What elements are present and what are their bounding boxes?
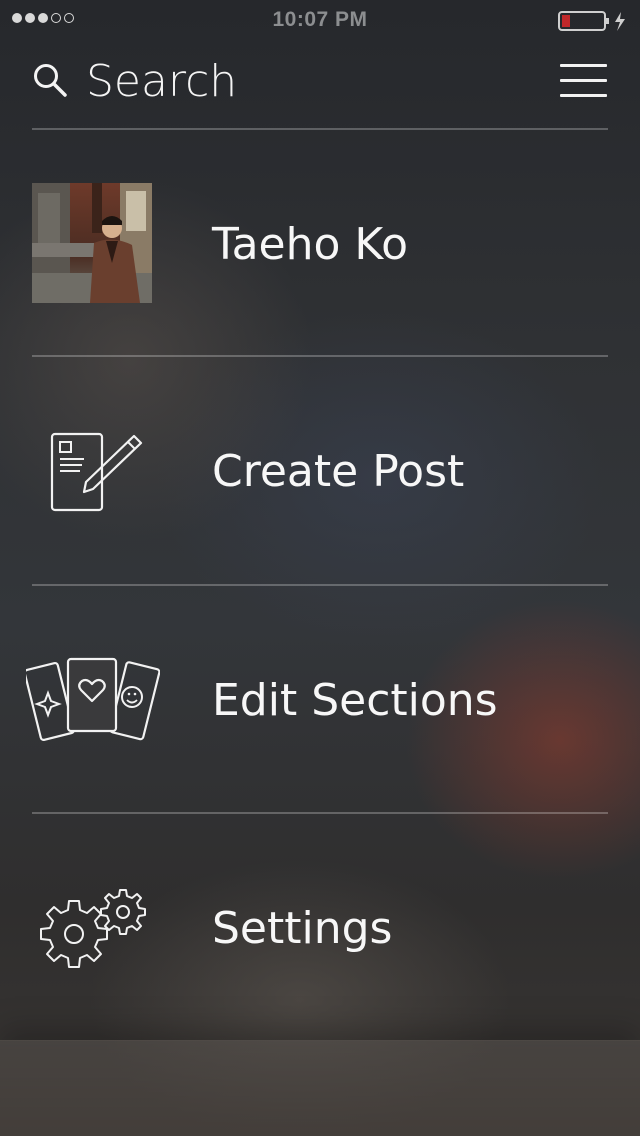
settings-label: Settings xyxy=(212,903,393,954)
battery-icon xyxy=(558,11,625,31)
menu-item-profile[interactable]: Taeho Ko xyxy=(0,129,640,355)
menu-item-settings[interactable]: Settings xyxy=(0,813,640,1039)
search-icon[interactable] xyxy=(32,62,68,98)
avatar xyxy=(32,183,152,303)
avatar-photo xyxy=(32,183,152,303)
status-time: 10:07 PM xyxy=(272,8,368,31)
create-post-label: Create Post xyxy=(212,446,465,497)
search-field[interactable]: Search xyxy=(86,56,237,107)
cards-icon xyxy=(26,657,160,741)
header: Search xyxy=(0,40,640,128)
menu-item-edit-sections[interactable]: Edit Sections xyxy=(0,585,640,811)
hamburger-line xyxy=(560,94,607,97)
hamburger-line xyxy=(560,64,607,67)
status-bar: 10:07 PM xyxy=(0,0,640,40)
menu-item-create-post[interactable]: Create Post xyxy=(0,356,640,582)
hamburger-line xyxy=(560,79,607,82)
hamburger-menu-icon[interactable] xyxy=(560,64,608,98)
gears-icon xyxy=(40,889,146,968)
profile-name: Taeho Ko xyxy=(212,219,409,270)
create-post-icon xyxy=(50,432,143,512)
edit-sections-label: Edit Sections xyxy=(212,675,498,726)
bottom-panel xyxy=(0,1040,640,1136)
